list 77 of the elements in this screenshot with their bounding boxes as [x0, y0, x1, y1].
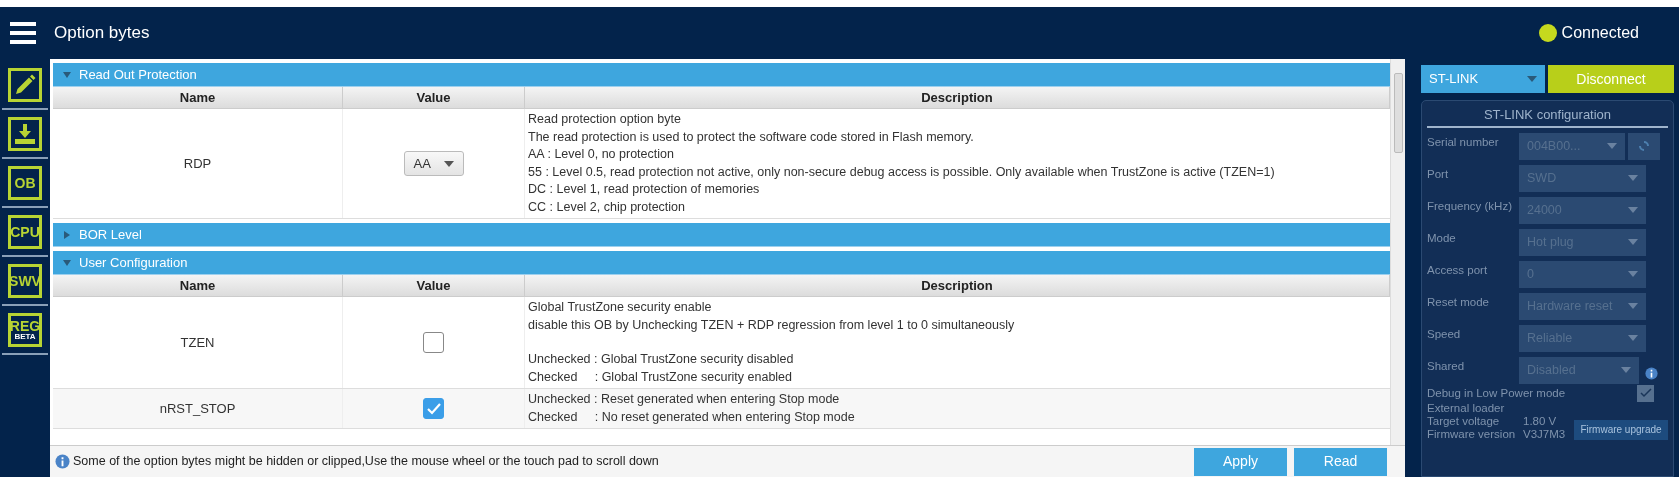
section-header[interactable]: Read Out Protection — [53, 63, 1390, 87]
menu-icon[interactable] — [10, 22, 36, 44]
sidebar-label: CPU — [10, 224, 40, 239]
action-button[interactable]: Apply — [1194, 447, 1287, 476]
refresh-button[interactable] — [1628, 132, 1660, 160]
section-title: BOR Level — [79, 225, 142, 244]
caret-icon — [1628, 207, 1638, 213]
caret-icon — [1527, 76, 1537, 82]
section-title: User Configuration — [79, 253, 188, 272]
info-value: V3J7M3 — [1523, 427, 1566, 441]
checkbox[interactable] — [423, 398, 444, 419]
description-line: Unchecked : Global TrustZone security disabled — [528, 351, 795, 368]
field-label: Shared — [1427, 358, 1466, 374]
info-label: External loader — [1427, 401, 1506, 415]
description-line: AA : Level 0, no protection — [528, 146, 675, 163]
name-cell: nRST_STOP — [53, 389, 343, 428]
column-header: Value — [343, 87, 525, 108]
refresh-icon — [1638, 140, 1650, 152]
description-line: DC : Level 1, read protection of memories — [528, 181, 761, 198]
description-line: Global TrustZone security enable — [528, 299, 713, 316]
description-line: Read protection option byte — [528, 111, 682, 128]
section-title: Read Out Protection — [79, 65, 197, 84]
sidebar-sublabel: BETA — [14, 332, 36, 341]
low-power-label: Debug in Low Power mode — [1427, 386, 1566, 400]
caret-icon — [1607, 143, 1617, 149]
field-label: Mode — [1427, 230, 1457, 246]
column-header: Name — [53, 87, 343, 108]
name-cell: RDP — [53, 109, 343, 218]
info-value: 1.80 V — [1523, 414, 1557, 428]
action-button[interactable]: Read — [1294, 447, 1387, 476]
config-title: ST-LINK configuration — [1427, 105, 1668, 128]
description-line: Checked : Global TrustZone security enabled — [528, 368, 794, 386]
info-icon — [55, 454, 70, 469]
section-header[interactable]: BOR Level — [53, 223, 1390, 247]
description-line: Unchecked : Reset generated when entering Stop mode — [528, 391, 841, 408]
field-label: Access port — [1427, 262, 1489, 278]
field-label: Serial number — [1427, 134, 1500, 150]
section-header[interactable]: User Configuration — [53, 251, 1390, 275]
footer-note: Some of the option bytes might be hidden or clipped,Use the mouse wheel or the touch pad to scroll down — [73, 453, 660, 471]
description-line: The read protection is used to protect the software code stored in Flash memory. — [528, 128, 975, 146]
download-icon — [13, 121, 37, 146]
description-line: 55 : Level 0.5, read protection not active, only non-secure debug access is possible. Only available when TrustZone is active (TZEN=1) — [528, 163, 1276, 181]
caret-icon — [1628, 303, 1638, 309]
caret-icon — [1628, 239, 1638, 245]
caret-icon — [1621, 367, 1631, 373]
caret-icon — [1628, 271, 1638, 277]
description-line: Checked : No reset generated when entering Stop mode — [528, 408, 856, 426]
checkbox[interactable] — [423, 332, 444, 353]
scrollbar[interactable] — [1390, 59, 1405, 445]
info-label: Target voltage — [1427, 414, 1501, 428]
caret-icon — [1628, 175, 1638, 181]
description-line: disable this OB by Unchecking TZEN + RDP regression from level 1 to 0 simultaneously — [528, 316, 1016, 334]
value-dropdown[interactable]: AA — [403, 151, 464, 176]
field-label: Port — [1427, 166, 1450, 182]
caret-icon — [443, 160, 454, 167]
field-label: Frequency (kHz) — [1427, 198, 1513, 214]
info-icon — [1645, 366, 1658, 380]
description-line: CC : Level 2, chip protection — [528, 198, 687, 216]
info-label: Firmware version — [1427, 427, 1517, 441]
connection-status: Connected — [1561, 23, 1639, 43]
check-icon — [426, 402, 441, 415]
sidebar-label: OB — [14, 175, 36, 190]
field-label: Reset mode — [1427, 294, 1490, 310]
pencil-icon — [13, 72, 37, 97]
probe-dropdown[interactable]: ST-LINK — [1421, 65, 1545, 93]
disconnect-button[interactable]: Disconnect — [1548, 65, 1674, 93]
field-label: Speed — [1427, 326, 1462, 342]
sidebar-label: REG — [9, 318, 41, 333]
expand-icon — [63, 230, 71, 239]
page-title: Option bytes — [54, 22, 150, 45]
column-header: Value — [343, 275, 525, 296]
collapse-icon — [63, 70, 71, 79]
check-icon — [1639, 388, 1652, 398]
collapse-icon — [63, 258, 71, 267]
name-cell: TZEN — [53, 297, 343, 388]
column-header: Name — [53, 275, 343, 296]
caret-icon — [1628, 335, 1638, 341]
